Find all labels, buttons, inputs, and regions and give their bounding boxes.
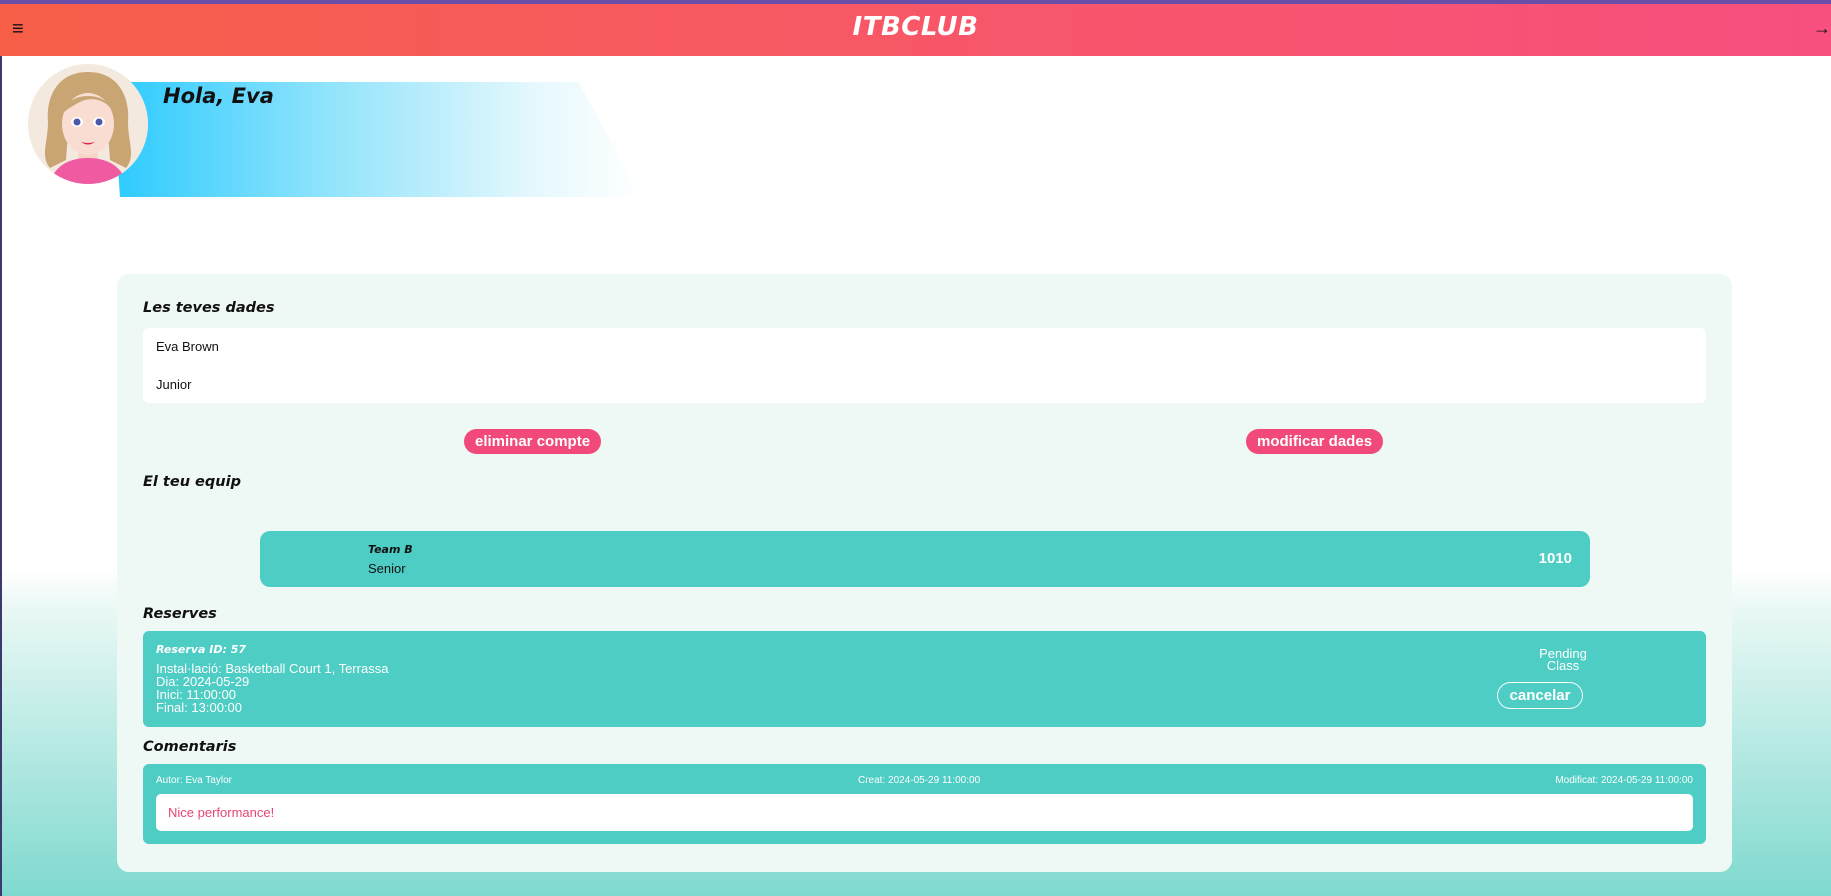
user-avatar xyxy=(28,64,148,184)
app-header: ≡ ITBCLUB → xyxy=(0,4,1831,56)
reservation-end: Final: 13:00:00 xyxy=(156,700,243,715)
user-name: Eva Brown xyxy=(156,339,219,354)
team-card[interactable]: Team B Senior 1010 xyxy=(260,531,1590,587)
comment-card: Autor: Eva Taylor Creat: 2024-05-29 11:0… xyxy=(143,764,1706,844)
team-number: 1010 xyxy=(1538,550,1572,567)
greeting-text: Hola, Eva xyxy=(163,84,274,108)
modify-data-button[interactable]: modificar dades xyxy=(1246,429,1384,454)
reservation-id: Reserva ID: 57 xyxy=(156,643,246,656)
user-category: Junior xyxy=(156,377,192,392)
profile-panel: Les teves dades Eva Brown Junior elimina… xyxy=(117,274,1732,872)
data-section-title: Les teves dades xyxy=(143,300,275,316)
avatar-illustration xyxy=(28,64,148,184)
reservation-type: Class xyxy=(1546,658,1580,673)
delete-account-button[interactable]: eliminar compte xyxy=(464,429,602,454)
comment-created: Creat: 2024-05-29 11:00:00 xyxy=(858,775,981,786)
comment-text: Nice performance! xyxy=(168,805,275,820)
comment-modified: Modificat: 2024-05-29 11:00:00 xyxy=(1555,775,1693,786)
app-title: ITBCLUB xyxy=(852,12,979,42)
team-category: Senior xyxy=(368,561,406,576)
team-section-title: El teu equip xyxy=(143,474,241,490)
window-edge xyxy=(0,0,2,896)
comment-author: Autor: Eva Taylor xyxy=(156,775,232,786)
cancel-reservation-button[interactable]: cancelar xyxy=(1497,682,1583,709)
logout-arrow-icon[interactable]: → xyxy=(1813,18,1831,39)
comments-section-title: Comentaris xyxy=(143,739,237,755)
reservations-section-title: Reserves xyxy=(143,606,217,622)
user-data-box: Eva Brown Junior xyxy=(143,328,1706,403)
comment-body: Nice performance! xyxy=(156,794,1693,831)
reservation-card: Reserva ID: 57 Instal·lació: Basketball … xyxy=(143,631,1706,727)
team-name: Team B xyxy=(368,543,413,556)
